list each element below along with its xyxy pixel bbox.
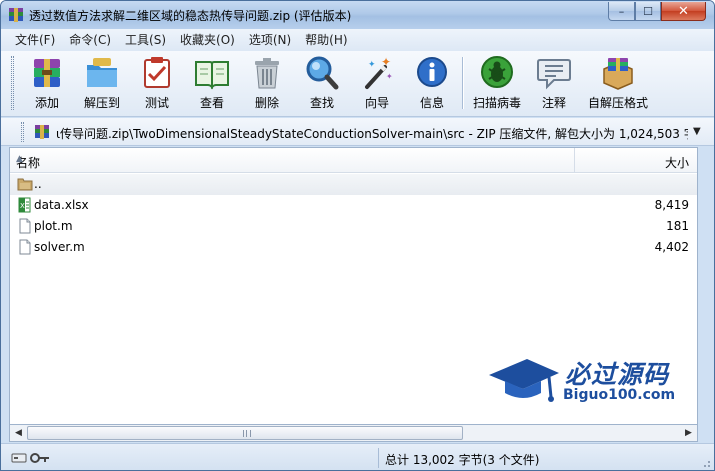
virus-scan-label: 扫描病毒 (472, 96, 521, 110)
resize-grip-icon[interactable] (701, 458, 711, 468)
delete-label: 删除 (254, 96, 279, 110)
winrar-app-icon (9, 8, 23, 22)
drive-key-icon[interactable] (11, 451, 51, 465)
file-size: 181 (666, 219, 689, 233)
file-name: .. (34, 177, 42, 191)
address-dropdown-icon[interactable]: ▼ (693, 126, 701, 137)
column-header-size[interactable]: 大小 (576, 148, 697, 173)
table-row[interactable]: X data.xlsx 8,419 (10, 195, 697, 216)
comment-label: 注释 (541, 96, 566, 110)
parent-folder-icon (17, 178, 33, 191)
sfx-label: 自解压格式 (587, 96, 648, 110)
info-button[interactable]: 信息 (405, 55, 459, 113)
extract-to-label: 解压到 (83, 96, 120, 110)
delete-button[interactable]: 删除 (240, 55, 294, 113)
graduation-cap-icon (489, 359, 559, 402)
table-row[interactable]: .. (10, 174, 697, 195)
menu-commands[interactable]: 命令(C) (62, 30, 118, 50)
toolbar-separator (462, 57, 464, 109)
toolbar-grip[interactable] (11, 56, 14, 110)
watermark-title: 必过源码 (565, 360, 670, 389)
menu-favorites[interactable]: 收藏夹(O) (173, 30, 242, 50)
svg-text:✦: ✦ (386, 72, 393, 81)
table-row[interactable]: plot.m 181 (10, 216, 697, 237)
test-label: 测试 (144, 96, 169, 110)
excel-file-icon: X (18, 197, 31, 213)
comment-icon (537, 59, 571, 90)
test-icon (144, 57, 170, 88)
svg-text:X: X (20, 202, 25, 210)
test-button[interactable]: 测试 (130, 55, 184, 113)
view-button[interactable]: 查看 (185, 55, 239, 113)
sfx-box-icon (603, 58, 633, 90)
toolbar: 添加 解压到 测试 查看 删除 查找 ✦ ✦ ✦ 向导 信息 扫描病毒 注释 自… (1, 51, 714, 117)
window-title: 透过数值方法求解二维区域的稳态热传导问题.zip (评估版本) (29, 9, 352, 23)
find-label: 查找 (309, 96, 334, 110)
status-summary: 总计 13,002 字节(3 个文件) (385, 453, 540, 467)
table-row[interactable]: solver.m 4,402 (10, 237, 697, 258)
svg-text:✦: ✦ (381, 55, 391, 69)
maximize-button[interactable]: ☐ (635, 2, 661, 21)
extract-to-button[interactable]: 解压到 (75, 55, 129, 113)
info-icon (417, 57, 447, 87)
archive-icon (35, 125, 49, 139)
scroll-right-icon[interactable]: ▶ (680, 425, 697, 441)
menu-file[interactable]: 文件(F) (8, 30, 62, 50)
virus-scan-icon (481, 56, 513, 88)
extract-to-icon (87, 58, 117, 87)
horizontal-scrollbar[interactable]: ◀ ▶ (9, 425, 698, 442)
address-bar: ι传导问题.zip\TwoDimensionalSteadyStateCondu… (1, 118, 714, 146)
m-file-icon (19, 218, 31, 234)
menu-options[interactable]: 选项(N) (242, 30, 298, 50)
column-header-row: 名称 ▲ 大小 (10, 148, 697, 173)
info-label: 信息 (419, 96, 444, 110)
column-size-label: 大小 (664, 156, 689, 170)
status-bar: 总计 13,002 字节(3 个文件) (1, 443, 714, 470)
view-book-icon (195, 61, 229, 90)
find-button[interactable]: 查找 (295, 55, 349, 113)
address-grip[interactable] (21, 122, 24, 142)
wizard-wand-icon: ✦ ✦ ✦ (365, 55, 393, 89)
address-path[interactable]: ι传导问题.zip\TwoDimensionalSteadyStateCondu… (56, 125, 688, 142)
minimize-button[interactable]: – (608, 2, 635, 21)
watermark-url: Biguo100.com (563, 387, 676, 403)
wizard-label: 向导 (364, 96, 389, 110)
add-label: 添加 (34, 96, 59, 110)
svg-text:✦: ✦ (368, 60, 376, 70)
magnifier-icon (306, 56, 339, 90)
comment-button[interactable]: 注释 (527, 55, 581, 113)
status-divider (378, 448, 379, 468)
file-name: data.xlsx (34, 198, 89, 212)
sfx-button[interactable]: 自解压格式 (583, 55, 653, 113)
menu-help[interactable]: 帮助(H) (298, 30, 354, 50)
file-size: 8,419 (654, 198, 689, 212)
add-button[interactable]: 添加 (20, 55, 74, 113)
sort-ascending-icon: ▲ (16, 154, 23, 164)
scroll-left-icon[interactable]: ◀ (10, 425, 27, 441)
file-name: plot.m (34, 219, 73, 233)
scrollbar-grip-icon (243, 430, 251, 437)
file-name: solver.m (34, 240, 85, 254)
view-label: 查看 (199, 96, 224, 110)
menu-tools[interactable]: 工具(S) (118, 30, 173, 50)
close-button[interactable]: ✕ (661, 2, 706, 21)
column-header-name[interactable]: 名称 ▲ (10, 148, 575, 173)
watermark-logo: 必过源码 Biguo100.com (487, 353, 687, 411)
file-size: 4,402 (654, 240, 689, 254)
trash-icon (255, 58, 279, 89)
title-bar[interactable]: 透过数值方法求解二维区域的稳态热传导问题.zip (评估版本) – ☐ ✕ (1, 1, 714, 29)
wizard-button[interactable]: ✦ ✦ ✦ 向导 (350, 55, 404, 113)
winrar-window: 透过数值方法求解二维区域的稳态热传导问题.zip (评估版本) – ☐ ✕ 文件… (0, 0, 715, 471)
menu-bar: 文件(F) 命令(C) 工具(S) 收藏夹(O) 选项(N) 帮助(H) (1, 29, 714, 51)
m-file-icon (19, 239, 31, 255)
virus-scan-button[interactable]: 扫描病毒 (469, 55, 525, 113)
scrollbar-thumb[interactable] (27, 426, 463, 440)
add-archive-icon (34, 59, 60, 87)
